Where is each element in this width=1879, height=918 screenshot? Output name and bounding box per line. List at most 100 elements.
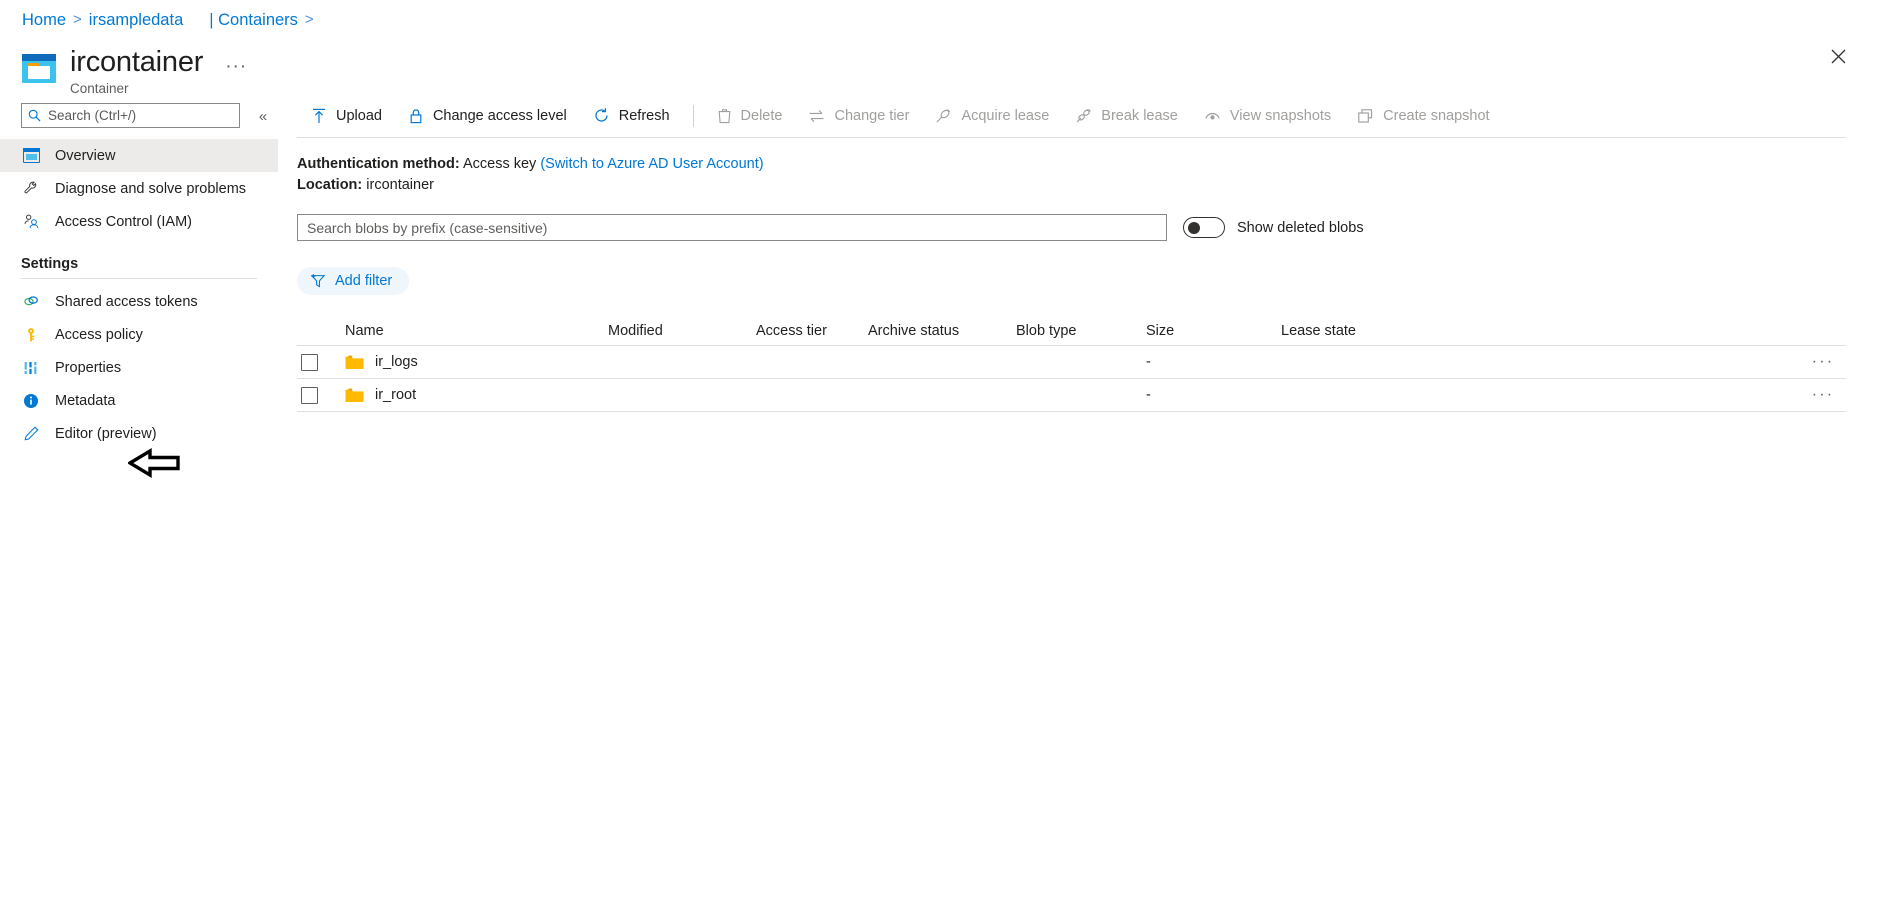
refresh-button[interactable]: Refresh <box>580 99 683 133</box>
sidebar-item-shared-access-tokens[interactable]: Shared access tokens <box>0 285 278 318</box>
search-input[interactable] <box>46 107 233 124</box>
column-header-lease-state[interactable]: Lease state <box>1281 323 1800 339</box>
close-blade-button[interactable] <box>1822 40 1854 72</box>
title-more-menu-button[interactable]: ··· <box>225 57 247 77</box>
row-actions-cell[interactable]: ··· <box>1800 354 1846 370</box>
button-label: Create snapshot <box>1383 107 1490 124</box>
toggle-label: Show deleted blobs <box>1237 219 1364 236</box>
folder-icon <box>345 355 364 369</box>
switch-to-azure-ad-link[interactable]: (Switch to Azure AD User Account) <box>540 156 763 172</box>
container-blade: Home > irsampledata | Containers > ircon… <box>0 0 1879 918</box>
sidebar-item-label: Editor (preview) <box>55 425 157 442</box>
sidebar-item-access-policy[interactable]: Access policy <box>0 318 278 351</box>
blade-title-row: ircontainer ··· Container <box>22 44 247 97</box>
table-row[interactable]: ir_logs - ··· <box>297 346 1846 379</box>
sidebar-item-label: Shared access tokens <box>55 293 198 310</box>
sidebar-item-overview[interactable]: Overview <box>0 139 278 172</box>
sidebar-item-diagnose-and-solve-problems[interactable]: Diagnose and solve problems <box>0 172 278 205</box>
row-checkbox[interactable] <box>301 353 318 371</box>
toggle-track[interactable] <box>1183 217 1225 238</box>
column-header-archive-status[interactable]: Archive status <box>868 323 1016 339</box>
broken-lease-icon <box>1076 108 1092 122</box>
sidebar: « Overview Diagnose and solve problems <box>0 100 278 918</box>
search-icon <box>28 109 41 122</box>
snapshot-eye-icon <box>1205 112 1220 119</box>
sidebar-group-divider <box>21 278 257 279</box>
row-checkbox[interactable] <box>301 386 318 404</box>
add-filter-icon <box>310 274 326 288</box>
add-filter-button[interactable]: Add filter <box>297 267 410 295</box>
sidebar-item-label: Metadata <box>55 392 116 409</box>
sidebar-item-metadata[interactable]: Metadata <box>0 384 278 417</box>
column-header-blob-type[interactable]: Blob type <box>1016 323 1146 339</box>
auth-method-line: Authentication method: Access key (Switc… <box>297 154 1879 175</box>
button-label: Break lease <box>1101 107 1178 124</box>
row-size: - <box>1146 387 1151 403</box>
sidebar-item-label: Access policy <box>55 326 143 343</box>
acquire-lease-button[interactable]: Acquire lease <box>922 99 1062 133</box>
row-actions-cell[interactable]: ··· <box>1800 387 1846 403</box>
column-header-size[interactable]: Size <box>1146 323 1281 339</box>
sidebar-group-settings-title: Settings <box>21 256 79 272</box>
column-header-modified[interactable]: Modified <box>608 323 756 339</box>
column-header-name[interactable]: Name <box>318 323 608 339</box>
refresh-icon <box>595 108 608 122</box>
row-name-cell[interactable]: ir_logs <box>318 354 608 370</box>
lease-plug-icon <box>937 108 951 122</box>
change-access-level-button[interactable]: Change access level <box>395 99 580 133</box>
link-chain-icon <box>21 292 41 312</box>
blob-name: ir_root <box>375 387 417 403</box>
sidebar-search[interactable] <box>21 103 240 128</box>
breadcrumb-item-containers[interactable]: | Containers <box>209 10 298 30</box>
main-content: Upload Change access level Refresh Delet… <box>297 94 1879 412</box>
page-title: ircontainer <box>70 46 204 78</box>
wrench-icon <box>21 179 41 199</box>
show-deleted-blobs-toggle[interactable]: Show deleted blobs <box>1183 217 1364 238</box>
break-lease-button[interactable]: Break lease <box>1062 99 1191 133</box>
row-more-menu-button[interactable]: ··· <box>1812 387 1835 403</box>
container-icon <box>22 54 56 86</box>
sidebar-item-editor-preview[interactable]: Editor (preview) <box>0 417 278 450</box>
breadcrumb-item-irsampledata[interactable]: irsampledata <box>89 10 183 30</box>
row-more-menu-button[interactable]: ··· <box>1812 354 1835 370</box>
button-label: Change access level <box>432 107 567 124</box>
breadcrumb-item-home[interactable]: Home <box>22 10 66 30</box>
button-label: Acquire lease <box>961 107 1050 124</box>
info-icon <box>21 391 41 411</box>
table-row[interactable]: ir_root - ··· <box>297 379 1846 412</box>
upload-button[interactable]: Upload <box>298 99 395 133</box>
delete-button[interactable]: Delete <box>704 99 796 133</box>
table-header-row: Name Modified Access tier Archive status… <box>297 317 1846 346</box>
blob-filter-bar: Show deleted blobs <box>297 214 1879 241</box>
sidebar-collapse-button[interactable]: « <box>252 105 274 127</box>
swap-arrows-icon <box>809 109 824 122</box>
button-label: Change tier <box>834 107 910 124</box>
create-snapshot-button[interactable]: Create snapshot <box>1344 99 1502 133</box>
breadcrumb: Home > irsampledata | Containers > <box>22 10 315 30</box>
annotation-arrow-icon <box>128 448 180 478</box>
auth-method-value: Access key <box>462 156 537 172</box>
copy-pages-icon <box>1358 108 1373 123</box>
sidebar-item-access-control-iam[interactable]: Access Control (IAM) <box>0 205 278 238</box>
view-snapshots-button[interactable]: View snapshots <box>1191 99 1344 133</box>
column-header-access-tier[interactable]: Access tier <box>756 323 868 339</box>
change-tier-button[interactable]: Change tier <box>795 99 922 133</box>
button-label: Upload <box>336 107 382 124</box>
row-checkbox-cell[interactable] <box>301 353 318 371</box>
sidebar-item-label: Diagnose and solve problems <box>55 180 247 197</box>
row-checkbox-cell[interactable] <box>301 386 318 404</box>
button-label: View snapshots <box>1229 107 1332 124</box>
sidebar-item-properties[interactable]: Properties <box>0 351 278 384</box>
pencil-icon <box>21 424 41 444</box>
sidebar-item-label: Properties <box>55 359 122 376</box>
toolbar-separator <box>692 104 694 127</box>
row-name-cell[interactable]: ir_root <box>318 387 608 403</box>
blob-table: Name Modified Access tier Archive status… <box>297 317 1846 412</box>
overview-icon <box>21 146 41 166</box>
sidebar-item-label: Overview <box>55 147 116 164</box>
location-label: Location: <box>297 177 363 193</box>
location-line: Location: ircontainer <box>297 175 1879 196</box>
blob-prefix-search-input[interactable] <box>297 214 1167 241</box>
add-filter-label: Add filter <box>335 273 393 289</box>
sidebar-nav: Overview Diagnose and solve problems Acc… <box>0 139 278 450</box>
